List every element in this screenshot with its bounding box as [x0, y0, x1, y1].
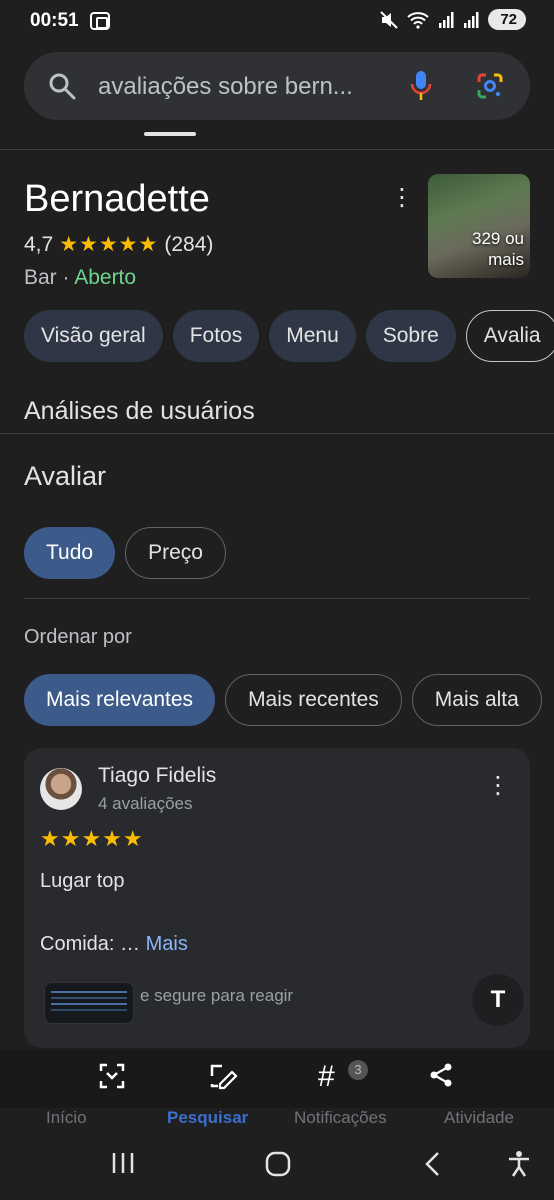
tab-photos[interactable]: Fotos	[172, 310, 260, 362]
status-bar: 00:51 72	[0, 0, 554, 44]
notification-badge: 3	[348, 1060, 368, 1080]
accessibility-icon[interactable]	[506, 1150, 532, 1185]
divider	[24, 598, 530, 599]
review-count[interactable]: (284)	[164, 233, 213, 257]
review-text-line2: Comida: … Mais	[40, 933, 188, 955]
user-reviews-heading: Análises de usuários	[24, 397, 255, 425]
recents-icon[interactable]	[110, 1150, 136, 1183]
scroll-capture-icon[interactable]	[98, 1062, 126, 1090]
share-icon[interactable]	[428, 1062, 454, 1088]
sort-options: Mais relevantes Mais recentes Mais alta	[24, 674, 542, 726]
tab-overview[interactable]: Visão geral	[24, 310, 163, 362]
search-icon	[49, 73, 76, 100]
place-category: Bar ·	[24, 266, 70, 289]
signal-icon-2	[464, 11, 479, 28]
screenshot-toolbar	[0, 1050, 554, 1108]
screenshot-icon	[90, 12, 110, 30]
status-icons: 72	[380, 9, 526, 30]
rate-heading: Avaliar	[24, 461, 107, 491]
review-card: Tiago Fidelis 4 avaliações ⋮ ★★★★★ Lugar…	[24, 748, 530, 1048]
tab-menu[interactable]: Menu	[269, 310, 356, 362]
battery-indicator: 72	[488, 9, 526, 30]
signal-icon	[439, 11, 454, 28]
review-more-icon[interactable]: ⋮	[486, 774, 510, 798]
nav-activity[interactable]: Atividade	[444, 1108, 514, 1128]
filter-all[interactable]: Tudo	[24, 527, 116, 579]
nav-home[interactable]: Início	[46, 1108, 87, 1128]
search-input[interactable]: avaliações sobre bern...	[98, 73, 353, 101]
rating-stars: ★★★★★	[59, 233, 159, 256]
place-meta: Bar · Aberto	[24, 266, 136, 290]
nav-search[interactable]: Pesquisar	[167, 1108, 248, 1128]
place-tabs: Visão geral Fotos Menu Sobre Avalia	[24, 310, 554, 362]
review-stars: ★★★★★	[40, 826, 144, 851]
draw-edit-icon[interactable]	[208, 1062, 238, 1090]
sort-relevant[interactable]: Mais relevantes	[24, 674, 216, 726]
rate-filters: Tudo Preço	[24, 527, 226, 579]
tab-reviews[interactable]: Avalia	[465, 310, 554, 362]
react-hint: e segure para reagir	[140, 986, 294, 1005]
mute-icon	[380, 10, 399, 29]
review-more-link[interactable]: Mais	[146, 933, 188, 955]
rating-value: 4,7	[24, 232, 54, 256]
divider	[0, 149, 554, 150]
hashtag-icon[interactable]: #	[318, 1062, 335, 1092]
sort-label: Ordenar por	[24, 626, 132, 648]
more-options-icon[interactable]: ⋮	[390, 186, 414, 210]
divider	[0, 433, 554, 434]
status-time: 00:51	[30, 10, 79, 31]
nav-notifications[interactable]: Notificações	[294, 1108, 387, 1128]
reviewer-review-count: 4 avaliações	[98, 794, 193, 813]
wifi-icon	[407, 11, 429, 29]
photo-count-label: 329 ou mais	[472, 229, 524, 269]
back-icon[interactable]	[422, 1151, 444, 1184]
microphone-icon[interactable]	[410, 70, 432, 102]
google-lens-icon[interactable]	[476, 72, 504, 100]
reviewer-name[interactable]: Tiago Fidelis	[98, 764, 216, 788]
sort-recent[interactable]: Mais recentes	[225, 674, 402, 726]
place-title: Bernadette	[24, 178, 210, 220]
active-tab-indicator	[144, 132, 196, 136]
search-bar[interactable]: avaliações sobre bern...	[24, 52, 530, 120]
translate-text-icon[interactable]: T	[472, 974, 524, 1026]
home-icon[interactable]	[265, 1151, 291, 1184]
avatar[interactable]	[40, 768, 82, 810]
place-photo[interactable]: 329 ou mais	[428, 174, 530, 278]
screen-preview-thumbnail[interactable]	[44, 982, 134, 1024]
filter-price[interactable]: Preço	[125, 527, 226, 579]
review-text-line1: Lugar top	[40, 870, 125, 892]
sort-highest[interactable]: Mais alta	[411, 674, 542, 726]
tab-about[interactable]: Sobre	[365, 310, 456, 362]
place-rating: 4,7 ★★★★★ (284)	[24, 232, 213, 257]
open-status: Aberto	[74, 266, 137, 289]
